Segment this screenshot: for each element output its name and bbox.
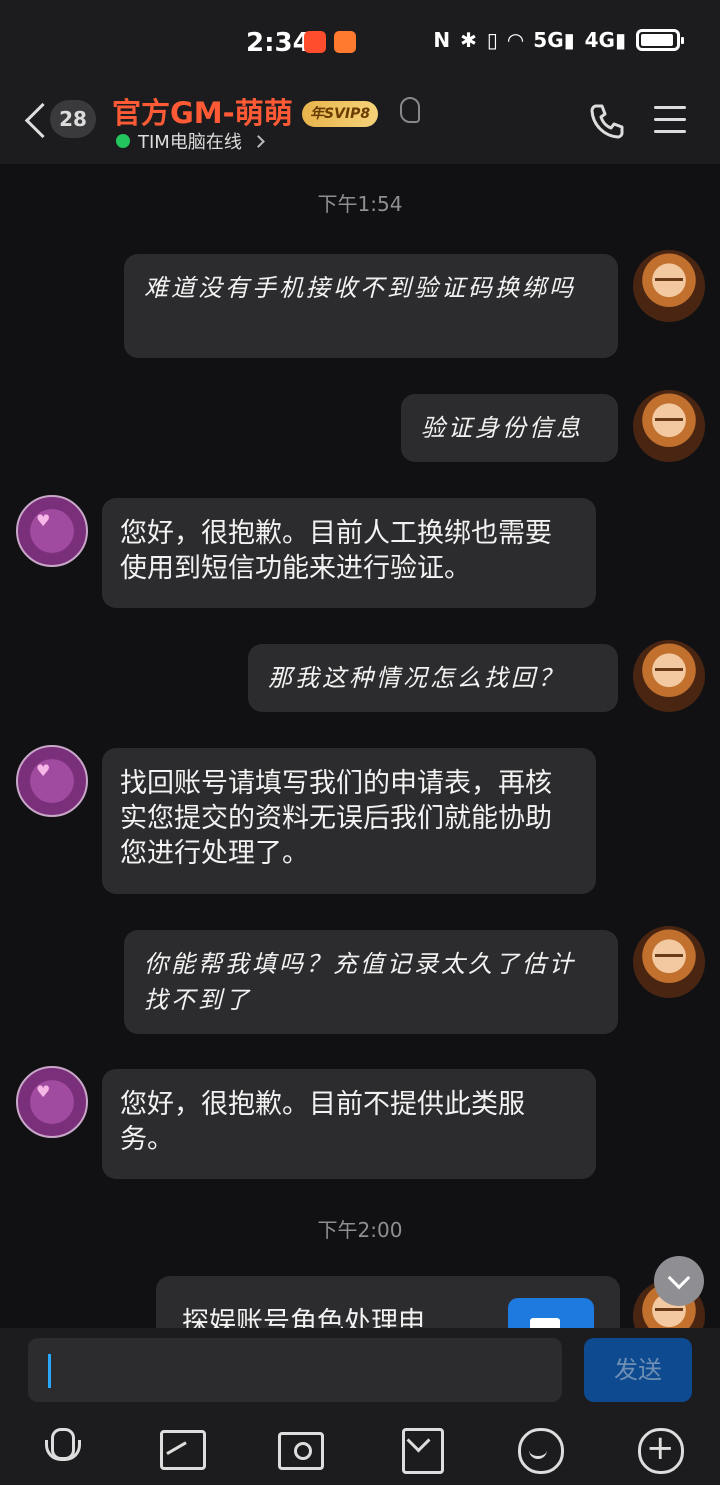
status-icons: N ✱ ▯ ◠ 5G▮ 4G▮ <box>433 28 684 52</box>
taobao-app-icon <box>304 31 326 53</box>
form-card-message[interactable]: 探娱账号角色处理申 <box>156 1276 620 1328</box>
timestamp: 下午1:54 <box>317 192 403 216</box>
battery-icon <box>636 29 684 51</box>
my-avatar[interactable] <box>633 250 705 322</box>
status-time: 2:34 <box>246 28 311 58</box>
bluetooth-icon: ✱ <box>460 28 477 52</box>
emoji-icon[interactable] <box>516 1426 564 1474</box>
wifi-icon: ◠ <box>507 28 524 52</box>
online-status-text: TIM电脑在线 <box>138 132 242 153</box>
signal-4g-icon: 4G▮ <box>584 28 626 52</box>
message-bubble-me[interactable]: 那我这种情况怎么找回？ <box>248 644 618 712</box>
gm-avatar[interactable] <box>16 495 88 567</box>
phone-call-icon[interactable] <box>588 102 626 140</box>
message-input[interactable] <box>28 1338 562 1402</box>
text-cursor <box>48 1354 51 1388</box>
vibrate-icon: ▯ <box>486 28 498 52</box>
message-bubble-me[interactable]: 你能帮我填吗？充值记录太久了估计找不到了 <box>124 930 618 1034</box>
back-button[interactable] <box>20 100 50 140</box>
svip-badge: 年SVIP8 <box>302 101 379 127</box>
microphone-icon[interactable] <box>38 1426 84 1470</box>
message-bubble-gm[interactable]: 您好，很抱歉。目前不提供此类服务。 <box>102 1069 596 1179</box>
plus-icon[interactable] <box>636 1426 684 1474</box>
my-avatar[interactable] <box>633 926 705 998</box>
contact-name[interactable]: 官方GM-萌萌 <box>112 90 293 132</box>
message-bubble-gm[interactable]: 找回账号请填写我们的申请表，再核实您提交的资料无误后我们就能协助您进行处理了。 <box>102 748 596 894</box>
document-icon <box>508 1298 594 1328</box>
gm-avatar[interactable] <box>16 745 88 817</box>
image-icon[interactable] <box>158 1426 206 1470</box>
scroll-to-bottom-button[interactable] <box>654 1256 704 1306</box>
input-bar: 发送 <box>0 1328 720 1420</box>
send-button[interactable]: 发送 <box>584 1338 692 1402</box>
message-bubble-me[interactable]: 验证身份信息 <box>401 394 618 462</box>
chat-header: 28 官方GM-萌萌 年SVIP8 TIM电脑在线 <box>0 84 720 164</box>
nfc-icon: N <box>433 28 451 52</box>
signal-5g-icon: 5G▮ <box>533 28 575 52</box>
timestamp: 下午2:00 <box>317 1218 403 1242</box>
message-bubble-gm[interactable]: 您好，很抱歉。目前人工换绑也需要使用到短信功能来进行验证。 <box>102 498 596 608</box>
input-toolbar <box>0 1420 720 1485</box>
gm-avatar[interactable] <box>16 1066 88 1138</box>
camera-icon[interactable] <box>276 1426 324 1470</box>
unread-count-badge[interactable]: 28 <box>50 100 96 138</box>
my-avatar[interactable] <box>633 390 705 462</box>
status-bar: 2:34 N ✱ ▯ ◠ 5G▮ 4G▮ <box>0 0 720 84</box>
online-dot-icon <box>116 134 130 148</box>
ear-icon[interactable] <box>400 97 420 123</box>
app-icon <box>334 31 356 53</box>
chat-area[interactable]: 下午1:54 难道没有手机接收不到验证码换绑吗 验证身份信息 您好，很抱歉。目前… <box>0 164 720 1328</box>
online-status[interactable]: TIM电脑在线 <box>116 128 265 154</box>
red-packet-icon[interactable] <box>398 1426 444 1474</box>
chevron-right-icon <box>251 134 265 148</box>
card-title: 探娱账号角色处理申 <box>182 1307 425 1328</box>
menu-button[interactable] <box>654 106 686 134</box>
my-avatar[interactable] <box>633 640 705 712</box>
message-bubble-me[interactable]: 难道没有手机接收不到验证码换绑吗 <box>124 254 618 358</box>
